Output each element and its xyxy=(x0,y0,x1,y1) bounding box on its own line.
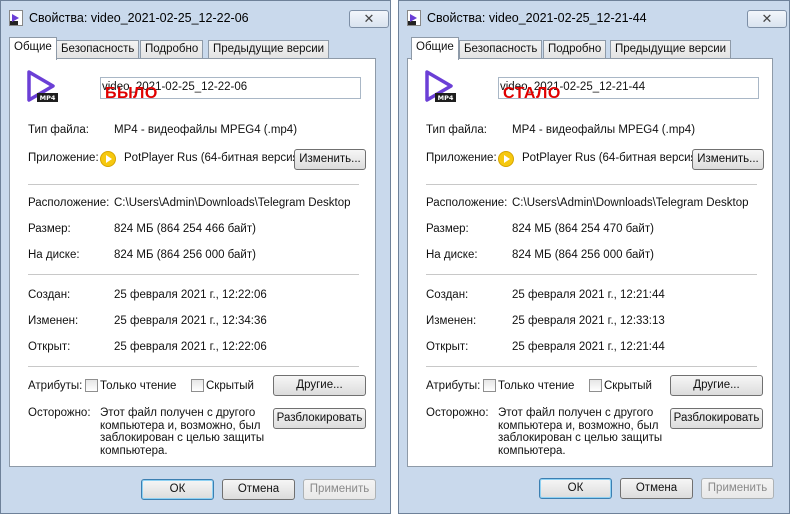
readonly-checkbox[interactable] xyxy=(483,379,496,392)
modified-label: Изменен: xyxy=(426,315,477,327)
size-value: 824 МБ (864 254 470 байт) xyxy=(512,223,654,235)
readonly-label: Только чтение xyxy=(498,380,575,392)
opened-value: 25 февраля 2021 г., 12:22:06 xyxy=(114,341,267,353)
warning-text: Этот файл получен с другого компьютера и… xyxy=(498,407,663,457)
hidden-label: Скрытый xyxy=(206,380,254,392)
apply-button[interactable]: Применить xyxy=(701,478,774,499)
tab-general[interactable]: Общие xyxy=(411,37,459,60)
hidden-checkbox[interactable] xyxy=(589,379,602,392)
opened-value: 25 февраля 2021 г., 12:21:44 xyxy=(512,341,665,353)
cancel-button[interactable]: Отмена xyxy=(222,479,295,500)
tab-previous-versions[interactable]: Предыдущие версии xyxy=(208,40,330,59)
mp4-badge: MP4 xyxy=(40,94,56,102)
opened-label: Открыт: xyxy=(426,341,469,353)
mp4-video-file-icon: MP4 xyxy=(27,70,58,102)
other-attributes-button[interactable]: Другие... xyxy=(670,375,763,396)
title-bar: Свойства: video_2021-02-25_12-21-44 ✕ xyxy=(399,1,789,34)
separator xyxy=(28,366,359,367)
attributes-label: Атрибуты: xyxy=(426,380,481,392)
app-value: PotPlayer Rus (64-битная версия xyxy=(124,152,299,164)
unblock-button[interactable]: Разблокировать xyxy=(273,408,366,429)
close-button[interactable]: ✕ xyxy=(349,10,389,28)
change-app-button[interactable]: Изменить... xyxy=(692,149,764,170)
separator xyxy=(28,184,359,185)
tab-details[interactable]: Подробно xyxy=(543,40,607,59)
size-label: Размер: xyxy=(426,223,469,235)
window-title: Свойства: video_2021-02-25_12-22-06 xyxy=(29,11,249,25)
attributes-label: Атрибуты: xyxy=(28,380,83,392)
general-panel: MP4 video_2021-02-25_12-22-06 БЫЛО Тип ф… xyxy=(9,58,376,467)
location-label: Расположение: xyxy=(426,197,508,209)
ok-button[interactable]: ОК xyxy=(539,478,612,499)
warning-label: Осторожно: xyxy=(426,407,489,419)
before-stamp: БЫЛО xyxy=(105,85,158,102)
app-label: Приложение: xyxy=(426,152,497,164)
file-type-label: Тип файла: xyxy=(28,124,89,136)
created-value: 25 февраля 2021 г., 12:21:44 xyxy=(512,289,665,301)
tab-general[interactable]: Общие xyxy=(9,37,57,60)
video-file-icon xyxy=(9,10,23,26)
separator xyxy=(28,274,359,275)
disk-size-label: На диске: xyxy=(28,249,80,261)
readonly-label: Только чтение xyxy=(100,380,177,392)
unblock-button[interactable]: Разблокировать xyxy=(670,408,763,429)
change-app-button[interactable]: Изменить... xyxy=(294,149,366,170)
hidden-checkbox[interactable] xyxy=(191,379,204,392)
app-label: Приложение: xyxy=(28,152,99,164)
file-type-value: MP4 - видеофайлы MPEG4 (.mp4) xyxy=(512,124,696,136)
disk-size-value: 824 МБ (864 256 000 байт) xyxy=(114,249,256,261)
opened-label: Открыт: xyxy=(28,341,71,353)
location-label: Расположение: xyxy=(28,197,110,209)
tab-details[interactable]: Подробно xyxy=(140,40,204,59)
created-value: 25 февраля 2021 г., 12:22:06 xyxy=(114,289,267,301)
app-value: PotPlayer Rus (64-битная версия xyxy=(522,152,697,164)
created-label: Создан: xyxy=(426,289,469,301)
modified-label: Изменен: xyxy=(28,315,79,327)
size-label: Размер: xyxy=(28,223,71,235)
tab-previous-versions[interactable]: Предыдущие версии xyxy=(610,40,732,59)
title-bar: Свойства: video_2021-02-25_12-22-06 ✕ xyxy=(1,1,390,34)
after-stamp: СТАЛО xyxy=(503,85,561,102)
mp4-video-file-icon: MP4 xyxy=(425,70,456,102)
modified-value: 25 февраля 2021 г., 12:33:13 xyxy=(512,315,665,327)
file-type-value: MP4 - видеофайлы MPEG4 (.mp4) xyxy=(114,124,298,136)
apply-button[interactable]: Применить xyxy=(303,479,376,500)
warning-label: Осторожно: xyxy=(28,407,91,419)
readonly-checkbox[interactable] xyxy=(85,379,98,392)
potplayer-icon xyxy=(498,151,514,167)
hidden-label: Скрытый xyxy=(604,380,652,392)
potplayer-icon xyxy=(100,151,116,167)
cancel-button[interactable]: Отмена xyxy=(620,478,693,499)
size-value: 824 МБ (864 254 466 байт) xyxy=(114,223,256,235)
separator xyxy=(426,274,757,275)
location-value: C:\Users\Admin\Downloads\Telegram Deskto… xyxy=(114,197,351,209)
mp4-badge: MP4 xyxy=(438,94,454,102)
video-file-icon xyxy=(407,10,421,26)
properties-dialog-after: Свойства: video_2021-02-25_12-21-44 ✕ Об… xyxy=(398,0,790,514)
file-type-label: Тип файла: xyxy=(426,124,487,136)
separator xyxy=(426,366,757,367)
disk-size-label: На диске: xyxy=(426,249,478,261)
close-button[interactable]: ✕ xyxy=(747,10,787,28)
tab-security[interactable]: Безопасность xyxy=(56,40,140,59)
tab-security[interactable]: Безопасность xyxy=(459,40,543,59)
location-value: C:\Users\Admin\Downloads\Telegram Deskto… xyxy=(512,197,749,209)
window-title: Свойства: video_2021-02-25_12-21-44 xyxy=(427,11,647,25)
other-attributes-button[interactable]: Другие... xyxy=(273,375,366,396)
separator xyxy=(426,184,757,185)
ok-button[interactable]: ОК xyxy=(141,479,214,500)
properties-dialog-before: Свойства: video_2021-02-25_12-22-06 ✕ Об… xyxy=(0,0,391,514)
created-label: Создан: xyxy=(28,289,71,301)
general-panel: MP4 video_2021-02-25_12-21-44 СТАЛО Тип … xyxy=(407,58,773,467)
modified-value: 25 февраля 2021 г., 12:34:36 xyxy=(114,315,267,327)
disk-size-value: 824 МБ (864 256 000 байт) xyxy=(512,249,654,261)
warning-text: Этот файл получен с другого компьютера и… xyxy=(100,407,265,457)
